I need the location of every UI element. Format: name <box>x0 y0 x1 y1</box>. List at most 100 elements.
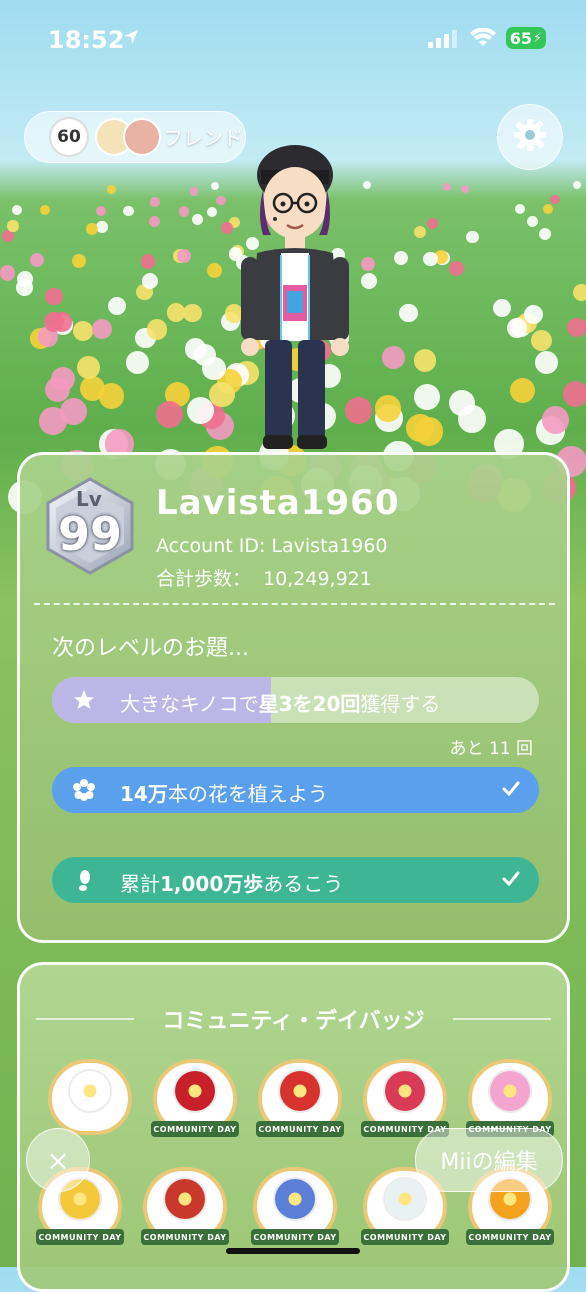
meadow-flower <box>221 222 234 235</box>
hibiscus-icon <box>385 1071 425 1111</box>
mission-item-flowers: 14万本の花を植えよう <box>52 767 539 813</box>
settings-button[interactable] <box>497 104 563 170</box>
meadow-flower <box>206 262 222 278</box>
camellia-icon <box>280 1071 320 1111</box>
remaining-count: あと 11 回 <box>449 739 533 759</box>
mission-item-mushroom: 大きなキノコで星3を20回獲得する <box>52 677 539 723</box>
meadow-flower <box>573 181 582 190</box>
meadow-flower <box>382 346 405 369</box>
meadow-flower <box>77 355 101 379</box>
meadow-flower <box>202 357 226 381</box>
badge-ribbon: COMMUNITY DAY <box>36 1229 124 1245</box>
hydrangea-icon <box>275 1179 315 1219</box>
meadow-flower <box>539 227 552 240</box>
friends-button[interactable]: 60 フレンド <box>24 111 246 163</box>
meadow-flower <box>107 185 116 194</box>
meadow-flower <box>492 298 512 318</box>
charging-icon: ⚡ <box>533 30 543 46</box>
badge-hydrangea[interactable]: COMMUNITY DAY <box>247 1163 343 1259</box>
meadow-flower <box>363 181 372 190</box>
badge-ribbon: COMMUNITY DAY <box>256 1121 344 1137</box>
badge-ribbon: COMMUNITY DAY <box>466 1229 554 1245</box>
battery-indicator: 65 ⚡ <box>506 27 546 49</box>
meadow-flower <box>148 215 160 227</box>
pink-lily-icon <box>490 1071 530 1111</box>
meadow-flower <box>183 303 202 323</box>
meadow-flower <box>142 272 159 289</box>
check-icon <box>501 779 521 803</box>
meadow-flower <box>535 351 559 374</box>
meadow-flower <box>126 350 150 374</box>
meadow-flower <box>210 182 219 191</box>
status-time: 18:52 <box>48 26 125 54</box>
star-icon <box>72 688 96 712</box>
meadow-flower <box>509 378 535 404</box>
meadow-flower <box>45 287 63 306</box>
meadow-flower <box>423 252 438 267</box>
meadow-flower <box>40 204 51 215</box>
meadow-flower <box>413 349 437 372</box>
status-bar: 18:52 65 ⚡ <box>0 0 586 80</box>
meadow-flower <box>0 265 16 281</box>
meadow-flower <box>542 203 553 214</box>
rose-icon <box>165 1179 205 1219</box>
meadow-flower <box>150 197 160 207</box>
badge-ribbon: COMMUNITY DAY <box>151 1121 239 1137</box>
meadow-flower <box>443 182 452 191</box>
meadow-flower <box>39 407 67 435</box>
meadow-flower <box>216 195 226 205</box>
friend-count: 60 <box>49 117 89 157</box>
close-button[interactable]: × <box>26 1128 90 1192</box>
mission-text: 累計1,000万歩あるこう <box>120 872 344 896</box>
meadow-flower <box>563 381 586 407</box>
edit-mii-button[interactable]: Miiの編集 <box>415 1128 563 1192</box>
meadow-flower <box>515 203 526 214</box>
meadow-flower <box>96 220 108 233</box>
meadow-flower <box>550 195 560 205</box>
meadow-flower <box>426 218 439 230</box>
meadow-flower <box>460 185 470 194</box>
meadow-flower <box>176 248 191 263</box>
meadow-flower <box>360 272 377 289</box>
meadow-flower <box>12 204 23 215</box>
meadow-flower <box>192 213 204 225</box>
badge-ribbon: COMMUNITY DAY <box>141 1229 229 1245</box>
check-icon <box>501 869 521 893</box>
meadow-flower <box>414 226 427 239</box>
flower-icon <box>72 778 96 802</box>
meadow-flower <box>1 230 15 243</box>
level-number: 99 <box>58 507 123 561</box>
meadow-flower <box>206 206 217 218</box>
meadow-flower <box>572 284 586 302</box>
meadow-flower <box>91 318 112 339</box>
mission-text: 大きなキノコで星3を20回獲得する <box>120 692 441 716</box>
white-daisy-icon <box>70 1071 110 1111</box>
badge-rose[interactable]: COMMUNITY DAY <box>137 1163 233 1259</box>
meadow-flower <box>184 338 207 361</box>
close-icon: × <box>46 1143 70 1177</box>
signal-icon <box>428 30 458 52</box>
badge-camellia[interactable]: COMMUNITY DAY <box>252 1055 348 1151</box>
mission-item-steps: 累計1,000万歩あるこう <box>52 857 539 903</box>
meadow-flower <box>107 296 126 315</box>
wifi-icon <box>470 27 496 52</box>
meadow-flower <box>178 206 190 217</box>
badge-ribbon: COMMUNITY DAY <box>251 1229 339 1245</box>
badge-poinsettia[interactable]: COMMUNITY DAY <box>147 1055 243 1151</box>
profile-card: Lv 99 Lavista1960 Account ID: Lavista196… <box>17 452 570 943</box>
meadow-flower <box>414 384 441 411</box>
account-id: Account ID: Lavista1960 <box>156 535 388 557</box>
meadow-flower <box>156 401 184 429</box>
meadow-flower <box>531 329 553 351</box>
meadow-flower <box>466 231 479 244</box>
friend-avatar <box>123 118 161 156</box>
meadow-flower <box>16 279 33 296</box>
meadow-flower <box>95 205 106 216</box>
total-steps: 合計歩数： 10,249,921 <box>156 564 372 591</box>
home-indicator <box>226 1248 360 1254</box>
community-badges-title: コミュニティ・デイバッジ <box>162 1009 425 1034</box>
friends-label: フレンド <box>163 126 243 150</box>
meadow-flower <box>98 383 125 409</box>
white-lily-icon <box>385 1179 425 1219</box>
meadow-flower <box>29 253 45 268</box>
